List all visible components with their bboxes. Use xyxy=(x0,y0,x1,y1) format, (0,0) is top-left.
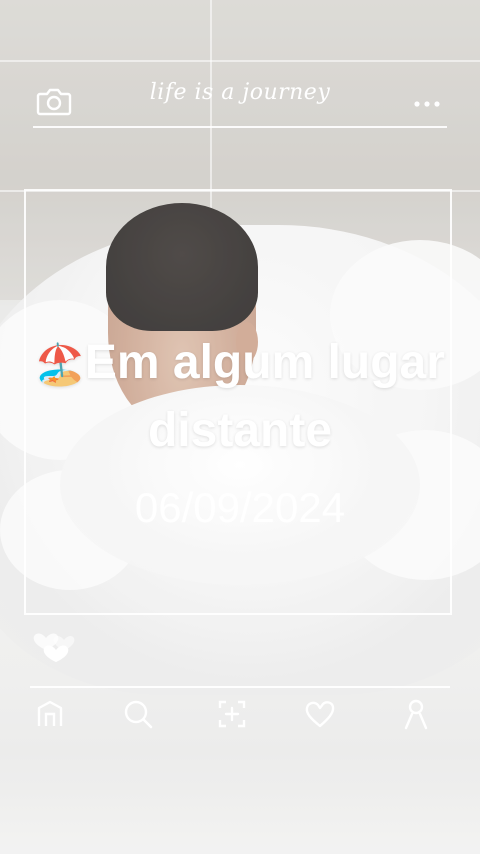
add-post-icon[interactable] xyxy=(214,696,250,732)
profile-icon[interactable] xyxy=(398,696,434,732)
more-icon[interactable] xyxy=(412,96,442,107)
beach-umbrella-emoji: 🏖️ xyxy=(35,342,85,388)
top-bar: life is a journey xyxy=(0,0,480,130)
camera-icon[interactable] xyxy=(36,86,72,118)
home-icon[interactable] xyxy=(32,696,68,732)
header-title: life is a journey xyxy=(149,80,331,105)
story-date: 06/09/2024 xyxy=(134,484,346,531)
header-divider xyxy=(33,126,447,128)
nav-divider xyxy=(30,686,450,688)
search-icon[interactable] xyxy=(120,696,156,732)
story-caption: 🏖️Em algum lugar distante xyxy=(30,330,450,464)
heart-icon[interactable] xyxy=(302,696,338,732)
bottom-nav xyxy=(0,696,480,740)
caption-text: Em algum lugar distante xyxy=(84,336,445,457)
story-screen: life is a journey 🏖️Em algum lugar dista… xyxy=(0,0,480,854)
hearts-icon[interactable] xyxy=(30,620,90,670)
